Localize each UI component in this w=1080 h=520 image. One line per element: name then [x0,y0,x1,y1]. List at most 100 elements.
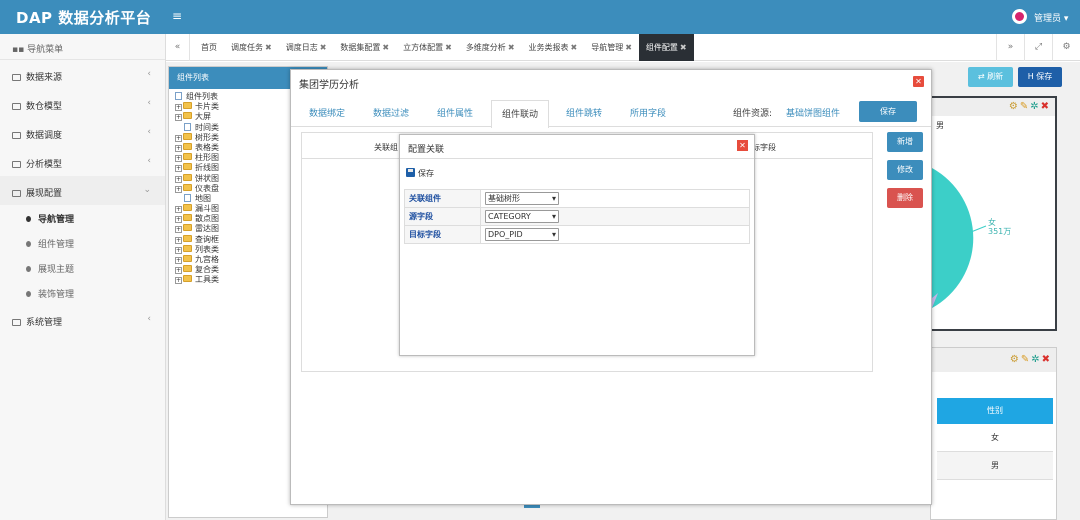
fullscreen-icon[interactable]: ⤢ [1024,34,1052,61]
close-icon[interactable]: ✖ [571,43,578,52]
config-title: 配置关联 [408,145,445,155]
expand-icon[interactable]: + [175,104,182,112]
close-icon[interactable]: ✖ [382,43,389,52]
column-header-target: 标字段 [752,143,776,152]
close-icon[interactable]: ✖ [680,43,687,52]
dialog-save-button[interactable]: 保存 [859,101,917,122]
close-icon[interactable]: ✖ [508,43,515,52]
expand-icon[interactable]: + [175,165,182,173]
delete-button[interactable]: 删除 [887,188,923,208]
expand-icon[interactable]: + [175,155,182,163]
tab-nav[interactable]: 导航管理 ✖ [584,34,639,61]
tab-list: 首页 调度任务 ✖ 调度日志 ✖ 数据集配置 ✖ 立方体配置 ✖ 多维度分析 ✖ 业务类报… [194,34,694,61]
grid-icon: ▪▪ [12,45,28,55]
sidebar-item-analysis[interactable]: 分析模型 ‹ [0,147,165,176]
folder-icon [183,142,192,150]
tab-scroll-left-icon[interactable]: « [166,34,190,61]
sidebar-item-label: 系统管理 [26,318,63,328]
tab-scroll-right-icon[interactable]: » [996,34,1024,61]
expand-icon[interactable]: + [175,144,182,152]
column-header-assoc: 关联组 [374,143,398,152]
source-value[interactable]: 基础饼图组件 [786,106,840,119]
sidebar-item-data-source[interactable]: 数据来源 ‹ [0,60,165,89]
close-icon[interactable]: ✖ [625,43,632,52]
target-field-select[interactable]: DPO_PID [485,228,559,241]
tree-node-label: 工具类 [195,275,219,285]
assoc-component-select[interactable]: 基础树形 [485,192,559,205]
tab-schedule-log[interactable]: 调度日志 ✖ [279,34,334,61]
expand-icon[interactable]: + [175,175,182,183]
sidebar-subitem-theme[interactable]: 展现主题 [0,255,165,280]
tree-node-label: 大屏 [195,112,211,122]
tab-component-jump[interactable]: 组件跳转 [566,106,602,119]
tab-component-props[interactable]: 组件属性 [437,106,473,119]
settings-icon: ✲ [1030,101,1041,112]
folder-icon [12,103,21,110]
close-icon[interactable]: ✕ [737,140,748,151]
tab-data-binding[interactable]: 数据绑定 [309,106,345,119]
expand-icon[interactable]: + [175,236,182,244]
close-icon[interactable]: ✖ [320,43,327,52]
expand-icon[interactable]: + [175,216,182,224]
sidebar-subitem-nav[interactable]: 导航管理 [0,205,165,230]
tree-node-label: 树形类 [195,132,219,142]
expand-icon[interactable]: + [175,185,182,193]
save-button[interactable]: H 保存 [1018,67,1062,87]
tree-node-label: 复合类 [195,265,219,275]
file-icon [184,193,191,202]
expand-icon[interactable]: + [175,206,182,214]
close-icon[interactable]: ✕ [913,76,924,87]
folder-icon [12,132,21,139]
chevron-down-icon: ⌄ [143,185,151,195]
close-icon[interactable]: ✖ [265,43,272,52]
tree-root-icon [175,92,182,100]
add-button[interactable]: 新增 [887,132,923,152]
folder-icon [183,255,192,262]
expand-icon[interactable]: + [175,114,182,122]
tree-node-label: 九宫格 [195,255,219,264]
tab-component-linkage[interactable]: 组件联动 [491,100,550,128]
sidebar: ▪▪ 导航菜单 数据来源 ‹ 数仓模型 ‹ 数据调度 ‹ 分析模型 ‹ 展现配置 ⌄ 导航… [0,34,166,520]
tab-cube[interactable]: 立方体配置 ✖ [396,34,459,61]
folder-icon [183,173,192,181]
sidebar-item-system[interactable]: 系统管理 ‹ [0,305,165,334]
panel-tool-icons[interactable]: ⚙✎✲✖ [1009,101,1051,112]
sidebar-item-schedule[interactable]: 数据调度 ‹ [0,118,165,147]
expand-icon[interactable]: + [175,226,182,234]
tab-home[interactable]: 首页 [194,34,224,61]
config-save-button[interactable]: 保存 [406,168,434,179]
source-field-select[interactable]: CATEGORY [485,210,559,223]
edit-button[interactable]: 修改 [887,160,923,180]
config-row-target: 目标字段 DPO_PID [404,225,750,244]
user-avatar-icon[interactable] [1012,9,1027,24]
user-menu[interactable]: 管理员 ▾ [1034,11,1068,24]
refresh-button[interactable]: ⇄ 刷新 [968,67,1013,87]
expand-icon[interactable]: + [175,277,182,285]
tab-report[interactable]: 业务类报表 ✖ [522,34,585,61]
expand-icon[interactable]: + [175,267,182,275]
sidebar-item-label: 分析模型 [26,160,63,170]
tab-dataset[interactable]: 数据集配置 ✖ [333,34,396,61]
sidebar-subitem-component[interactable]: 组件管理 [0,230,165,255]
expand-icon[interactable]: + [175,246,182,254]
config-dialog: 配置关联 ✕ 保存 关联组件 基础树形 源字段 CATEGORY 目标字段 DP… [399,134,755,356]
expand-icon[interactable]: + [175,257,182,264]
tab-data-filter[interactable]: 数据过滤 [373,106,409,119]
panel-tool-icons[interactable]: ⚙✎✲✖ [1010,354,1052,365]
tab-schedule-task[interactable]: 调度任务 ✖ [224,34,279,61]
menu-toggle-icon[interactable]: ≡ [172,9,182,23]
expand-icon[interactable]: + [175,134,182,142]
panel-header: ⚙✎✲✖ [932,98,1055,116]
sidebar-item-warehouse[interactable]: 数仓模型 ‹ [0,89,165,118]
tree-node-label: 漏斗图 [195,204,219,214]
tab-used-fields[interactable]: 所用字段 [630,106,666,119]
sidebar-subitem-decor[interactable]: 装饰管理 [0,280,165,305]
tree-node-label: 饼状图 [195,173,219,183]
sidebar-item-label: 数据调度 [26,131,63,141]
tab-component-config[interactable]: 组件配置 ✖ [638,34,694,61]
tree-node-label: 折线图 [195,163,219,173]
tab-multidim[interactable]: 多维度分析 ✖ [459,34,522,61]
close-icon[interactable]: ✖ [445,43,452,52]
settings-icon[interactable]: ⚙ [1052,34,1080,61]
sidebar-item-display[interactable]: 展现配置 ⌄ [0,176,165,205]
